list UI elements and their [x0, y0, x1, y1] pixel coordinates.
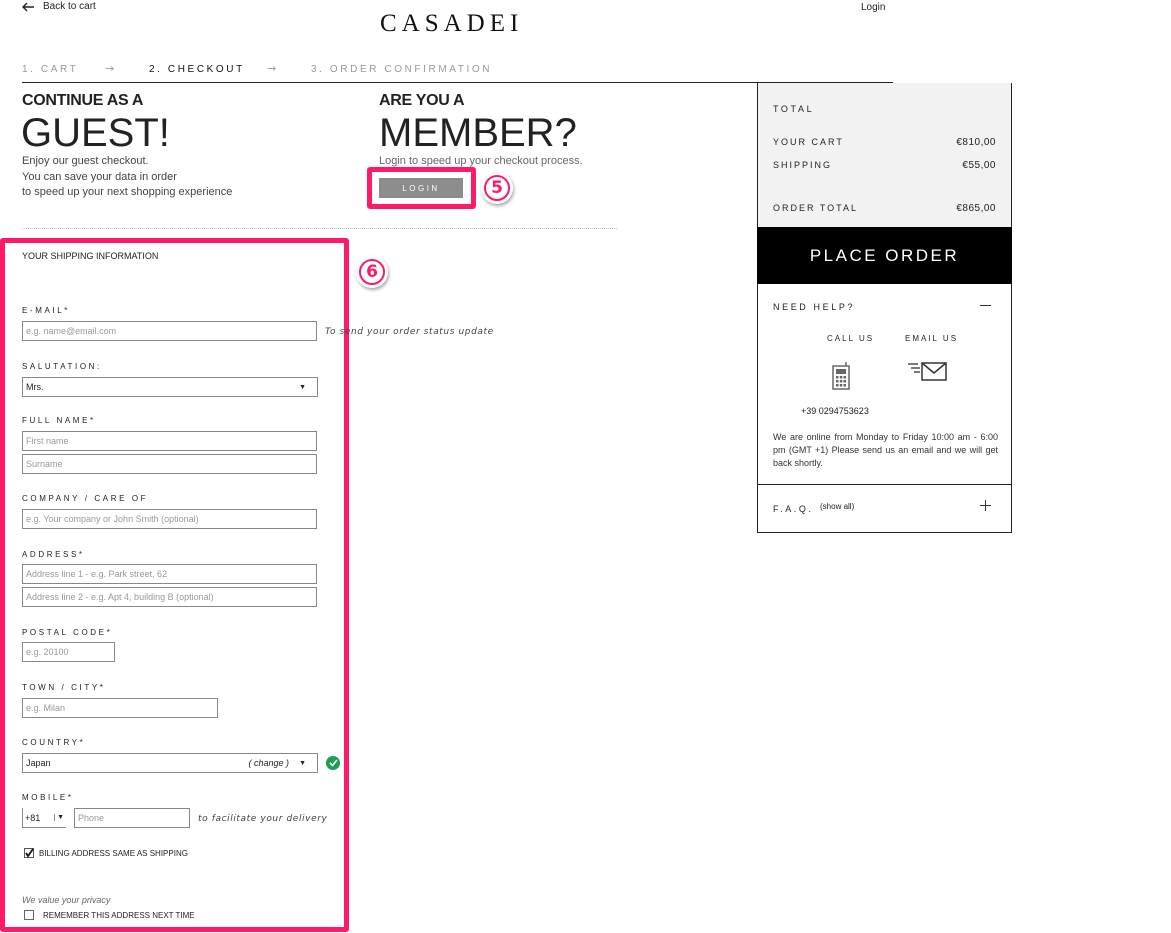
mobile-label: MOBILE*: [22, 793, 74, 802]
shipping-value: €55,00: [962, 160, 996, 171]
shipping-section-title: YOUR SHIPPING INFORMATION: [22, 251, 159, 261]
dropdown-arrow-icon: ▼: [299, 383, 306, 391]
company-label: COMPANY / CARE OF: [22, 494, 149, 503]
expand-plus-icon[interactable]: [980, 500, 991, 511]
annotation-badge-5: 5: [481, 172, 513, 204]
step-checkout: 2. CHECKOUT: [149, 64, 245, 75]
salutation-select[interactable]: Mrs. ▼: [22, 377, 318, 397]
company-field[interactable]: [22, 509, 317, 529]
your-cart-row: YOUR CART €810,00: [773, 137, 996, 148]
guest-heading-big: GUEST!: [21, 111, 170, 155]
remember-address-checkbox[interactable]: [24, 910, 34, 920]
guest-text-3: to speed up your next shopping experienc…: [22, 186, 233, 198]
shipping-row: SHIPPING €55,00: [773, 160, 996, 171]
member-heading-small: ARE YOU A: [379, 92, 465, 109]
phone-icon[interactable]: [832, 362, 850, 390]
privacy-note: We value your privacy: [22, 895, 111, 905]
brand-logo[interactable]: CASADEI: [380, 10, 523, 38]
check-valid-icon: [326, 756, 340, 770]
order-total-row: ORDER TOTAL €865,00: [773, 203, 996, 214]
step-cart[interactable]: 1. CART: [22, 64, 78, 75]
postal-code-label: POSTAL CODE*: [22, 628, 113, 637]
billing-same-label: BILLING ADDRESS SAME AS SHIPPING: [39, 849, 188, 858]
guest-text-1: Enjoy our guest checkout.: [22, 155, 149, 167]
arrow-left-icon: [22, 2, 34, 11]
help-text: We are online from Monday to Friday 10:0…: [773, 432, 998, 468]
mobile-note: to facilitate your delivery: [198, 814, 328, 824]
member-heading-big: MEMBER?: [379, 111, 577, 155]
need-help-heading[interactable]: NEED HELP?: [773, 302, 855, 312]
remember-address-label: REMEMBER THIS ADDRESS NEXT TIME: [43, 911, 195, 920]
guest-text-2: You can save your data in order: [22, 171, 177, 183]
support-phone-number[interactable]: +39 0294753623: [801, 406, 869, 416]
email-field[interactable]: [22, 321, 317, 341]
country-label: COUNTRY*: [22, 738, 86, 747]
billing-same-checkbox[interactable]: [24, 848, 34, 858]
login-button[interactable]: LOGIN: [379, 178, 463, 198]
totals-box: TOTAL YOUR CART €810,00 SHIPPING €55,00 …: [758, 83, 1011, 227]
salutation-value: Mrs.: [26, 382, 44, 392]
mobile-prefix-value: +81: [25, 812, 41, 823]
shipping-label: SHIPPING: [773, 160, 833, 170]
faq-divider: [758, 484, 1011, 485]
login-link[interactable]: Login: [861, 2, 885, 13]
arrow-right-icon: →: [267, 62, 277, 75]
back-to-cart-label: Back to cart: [43, 1, 96, 12]
order-total-label: ORDER TOTAL: [773, 203, 859, 213]
checkmark-icon: [25, 848, 34, 858]
country-value: Japan: [26, 758, 51, 768]
address-line-1-field[interactable]: [22, 564, 317, 584]
annotation-badge-6: 6: [356, 256, 388, 288]
fullname-label: FULL NAME*: [22, 416, 96, 425]
postal-code-field[interactable]: [22, 642, 115, 662]
envelope-icon[interactable]: [908, 362, 948, 382]
phone-field[interactable]: [74, 808, 190, 828]
town-label: TOWN / CITY*: [22, 683, 106, 692]
order-total-value: €865,00: [956, 203, 996, 214]
salutation-label: SALUTATION:: [22, 362, 102, 371]
email-us-label: EMAIL US: [905, 334, 959, 343]
step-order-confirmation: 3. ORDER CONFIRMATION: [311, 64, 493, 75]
faq-label[interactable]: F.A.Q.: [773, 504, 814, 514]
town-field[interactable]: [22, 698, 218, 718]
address-line-2-field[interactable]: [22, 587, 317, 607]
section-divider: [22, 228, 617, 229]
mobile-prefix-select[interactable]: +81 ▼: [22, 808, 66, 828]
surname-field[interactable]: [22, 454, 317, 474]
guest-heading-small: CONTINUE AS A: [22, 92, 144, 109]
country-change-link[interactable]: ( change ): [249, 758, 290, 768]
place-order-button[interactable]: PLACE ORDER: [757, 227, 1012, 284]
call-us-label: CALL US: [827, 334, 875, 343]
order-summary-panel: TOTAL YOUR CART €810,00 SHIPPING €55,00 …: [757, 83, 1012, 533]
arrow-right-icon: →: [105, 62, 115, 75]
country-select[interactable]: Japan ( change ) ▼: [22, 753, 318, 773]
email-note: To send your order status update: [325, 327, 494, 337]
total-heading: TOTAL: [773, 104, 815, 114]
back-to-cart-link[interactable]: Back to cart: [22, 1, 96, 12]
your-cart-label: YOUR CART: [773, 137, 844, 147]
collapse-minus-icon[interactable]: [980, 305, 991, 306]
address-label: ADDRESS*: [22, 550, 85, 559]
first-name-field[interactable]: [22, 431, 317, 451]
dropdown-arrow-icon: ▼: [299, 759, 306, 767]
dropdown-arrow-icon: ▼: [54, 814, 64, 821]
your-cart-value: €810,00: [956, 137, 996, 148]
email-label: E-MAIL*: [22, 306, 70, 315]
member-text: Login to speed up your checkout process.: [379, 155, 583, 167]
faq-show-all-link[interactable]: (show all): [820, 502, 854, 511]
